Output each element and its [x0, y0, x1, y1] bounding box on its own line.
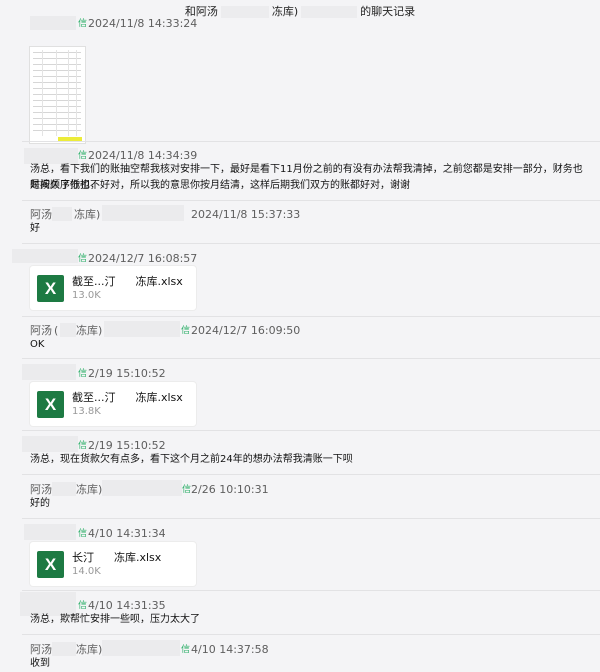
excel-icon: X [37, 551, 64, 578]
divider [22, 634, 600, 635]
message-text: 汤总，欺帮忙安排一些呗，压力太大了 [30, 614, 200, 625]
message-item: 阿汤 ( 冻库) 信 2024/12/7 16:09:50 OK [0, 321, 600, 355]
redacted-sender [24, 524, 76, 540]
message-item: 信 4/10 14:31:35 汤总，欺帮忙安排一些呗，压力太大了 [0, 592, 600, 630]
message-item: 信 2024/12/7 16:08:57 X 截至...汀 冻库.xlsx 13.… [0, 249, 600, 313]
message-item: 阿汤 冻库) 信 4/10 14:37:58 收到 [0, 640, 600, 670]
image-thumbnail[interactable] [30, 47, 85, 143]
file-size: 14.0K [72, 566, 101, 577]
divider [22, 200, 600, 201]
file-card[interactable]: X 截至...汀 冻库.xlsx 13.0K [30, 266, 196, 310]
file-card[interactable]: X 截至...汀 冻库.xlsx 13.8K [30, 382, 196, 426]
file-name: 截至...汀 冻库.xlsx [72, 275, 183, 288]
message-item: 阿汤 冻库) 信 2/26 10:10:31 好的 [0, 480, 600, 514]
file-name: 截至...汀 冻库.xlsx [72, 391, 183, 404]
message-text: 好 [30, 223, 40, 234]
wechat-tag: 信 [78, 529, 88, 539]
message-text: 好的 [30, 498, 50, 509]
file-size: 13.8K [72, 406, 101, 417]
file-card[interactable]: X 长汀 冻库.xlsx 14.0K [30, 542, 196, 586]
redacted-block [102, 640, 180, 656]
message-text: 时间久了你也不好对，所以我的意思你按月结清，这样后期我们双方的账都好对，谢谢 [30, 180, 410, 191]
message-item: 阿汤 冻库) 2024/11/8 15:37:33 好 [0, 205, 600, 239]
message-item: 信 2/19 15:10:52 汤总，现在货款欠有点多，看下这个月之前24年的想… [0, 436, 600, 470]
file-name: 长汀 冻库.xlsx [72, 551, 162, 564]
redacted-sender [30, 16, 76, 30]
divider [22, 474, 600, 475]
divider [22, 518, 600, 519]
divider [22, 430, 600, 431]
divider [22, 358, 600, 359]
redacted-block [52, 482, 76, 496]
message-text: OK [30, 339, 45, 350]
redacted-block [52, 642, 76, 656]
divider [22, 141, 600, 142]
redacted-block [102, 480, 182, 496]
message-time: 4/10 14:31:34 [88, 527, 166, 540]
message-time: 2024/12/7 16:08:57 [88, 252, 198, 265]
divider [22, 243, 600, 244]
divider [22, 590, 600, 591]
redacted-block [104, 321, 180, 337]
file-size: 13.0K [72, 290, 101, 301]
wechat-tag: 信 [78, 19, 88, 29]
excel-icon: X [37, 275, 64, 302]
redacted-block [52, 207, 72, 221]
message-time: 2024/11/8 14:33:24 [88, 17, 198, 30]
redacted-sender [22, 436, 78, 452]
message-time: 2/19 15:10:52 [88, 367, 166, 380]
redacted-sender [22, 364, 76, 380]
excel-icon: X [37, 391, 64, 418]
redacted-block [102, 205, 184, 221]
wechat-tag: 信 [78, 369, 88, 379]
message-item: 信 4/10 14:31:34 X 长汀 冻库.xlsx 14.0K [0, 524, 600, 588]
wechat-tag: 信 [78, 254, 88, 264]
message-item: 信 2/19 15:10:52 X 截至...汀 冻库.xlsx 13.8K [0, 364, 600, 428]
divider [22, 316, 600, 317]
message-text: 汤总，现在货款欠有点多，看下这个月之前24年的想办法帮我清账一下呗 [30, 454, 353, 465]
message-item: 信 2024/11/8 14:33:24 [0, 12, 600, 143]
redacted-block [60, 323, 76, 337]
message-item: 信 2024/11/8 14:34:39 汤总，看下我们的账抽空帮我核对安排一下… [0, 146, 600, 198]
redacted-sender [12, 249, 78, 263]
